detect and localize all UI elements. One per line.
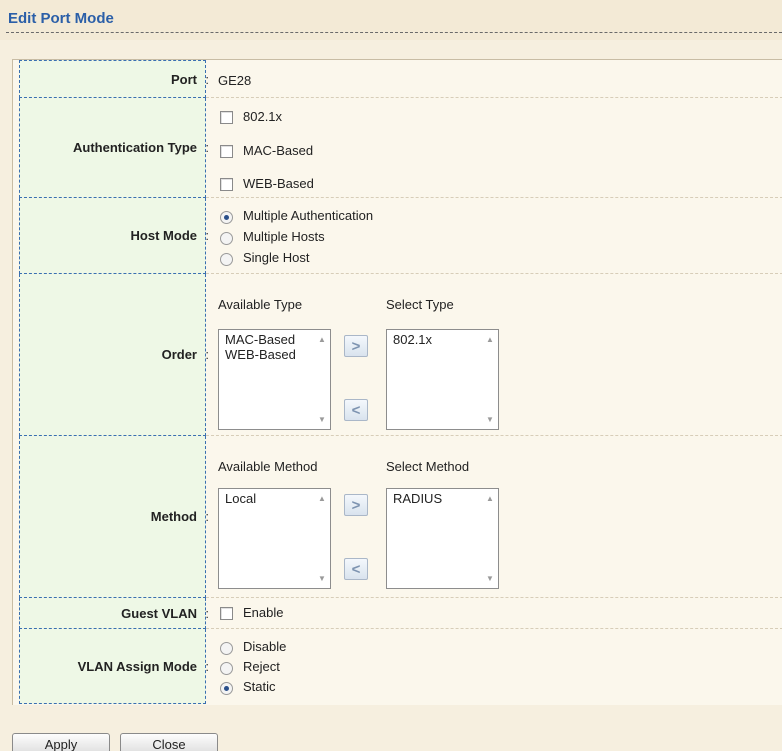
host-mode-multiple-auth-radio[interactable]	[220, 211, 233, 224]
host-mode-row: Host Mode: Multiple Authentication Multi…	[13, 198, 782, 274]
vlan-assign-disable-radio[interactable]	[220, 642, 233, 655]
auth-web-based-label: WEB-Based	[243, 176, 314, 191]
auth-8021x-label: 802.1x	[243, 109, 283, 124]
order-available-listbox[interactable]: MAC-Based WEB-Based ▲ ▼	[218, 329, 331, 430]
list-item[interactable]: RADIUS	[393, 491, 442, 506]
authentication-type-row: Authentication Type: 802.1x MAC-Based WE…	[13, 98, 782, 198]
chevron-right-icon: >	[351, 496, 361, 514]
auth-web-based-checkbox[interactable]	[220, 178, 233, 191]
method-row: Method: Available Method Select Method L…	[13, 436, 782, 598]
guest-vlan-enable-checkbox[interactable]	[220, 607, 233, 620]
order-available-title: Available Type	[218, 297, 303, 312]
vlan-assign-mode-row: VLAN Assign Mode: Disable Reject Static	[13, 629, 782, 704]
chevron-left-icon: <	[351, 401, 361, 419]
vlan-assign-disable-label: Disable	[243, 639, 287, 654]
title-bar: Edit Port Mode	[0, 0, 782, 40]
chevron-right-icon: >	[351, 337, 361, 355]
list-item[interactable]: WEB-Based	[225, 347, 296, 362]
vlan-assign-mode-label: VLAN Assign Mode:	[19, 629, 209, 704]
vlan-assign-static-radio[interactable]	[220, 682, 233, 695]
order-label: Order:	[19, 274, 209, 436]
order-select-scrollbar[interactable]: ▲ ▼	[483, 330, 498, 429]
method-available-listbox[interactable]: Local ▲ ▼	[218, 488, 331, 589]
authentication-type-label: Authentication Type:	[19, 98, 209, 198]
chevron-left-icon: <	[351, 560, 361, 578]
port-value: GE28	[218, 73, 252, 88]
host-mode-label: Host Mode:	[19, 198, 209, 274]
host-mode-multiple-auth-label: Multiple Authentication	[243, 208, 374, 223]
apply-button[interactable]: Apply	[12, 733, 110, 751]
vlan-assign-reject-label: Reject	[243, 659, 280, 674]
method-available-scrollbar[interactable]: ▲ ▼	[315, 489, 330, 588]
method-select-scrollbar[interactable]: ▲ ▼	[483, 489, 498, 588]
port-row: Port: GE28	[13, 60, 782, 98]
list-item[interactable]: MAC-Based	[225, 332, 295, 347]
host-mode-multiple-hosts-label: Multiple Hosts	[243, 229, 325, 244]
vlan-assign-static-label: Static	[243, 679, 276, 694]
scroll-up-icon[interactable]: ▲	[318, 494, 326, 503]
order-select-title: Select Type	[386, 297, 454, 312]
method-available-title: Available Method	[218, 459, 318, 474]
scroll-up-icon[interactable]: ▲	[486, 494, 494, 503]
edit-form-panel: Port: GE28 Authentication Type: 802.1x M…	[12, 59, 782, 705]
list-item[interactable]: Local	[225, 491, 256, 506]
auth-mac-based-label: MAC-Based	[243, 143, 314, 158]
order-row: Order: Available Type Select Type MAC-Ba…	[13, 274, 782, 436]
order-available-scrollbar[interactable]: ▲ ▼	[315, 330, 330, 429]
scroll-up-icon[interactable]: ▲	[318, 335, 326, 344]
guest-vlan-row: Guest VLAN: Enable	[13, 598, 782, 629]
host-mode-single-host-label: Single Host	[243, 250, 310, 265]
method-move-right-button[interactable]: >	[344, 494, 368, 516]
scroll-down-icon[interactable]: ▼	[318, 415, 326, 424]
scroll-down-icon[interactable]: ▼	[486, 574, 494, 583]
port-label: Port:	[19, 60, 209, 98]
auth-mac-based-checkbox[interactable]	[220, 145, 233, 158]
host-mode-multiple-hosts-radio[interactable]	[220, 232, 233, 245]
guest-vlan-label: Guest VLAN:	[19, 598, 209, 629]
order-select-listbox[interactable]: 802.1x ▲ ▼	[386, 329, 499, 430]
scroll-down-icon[interactable]: ▼	[486, 415, 494, 424]
title-divider	[6, 32, 782, 33]
scroll-up-icon[interactable]: ▲	[486, 335, 494, 344]
page-title: Edit Port Mode	[8, 10, 114, 27]
close-button[interactable]: Close	[120, 733, 218, 751]
guest-vlan-enable-label: Enable	[243, 605, 284, 620]
auth-8021x-checkbox[interactable]	[220, 111, 233, 124]
list-item[interactable]: 802.1x	[393, 332, 432, 347]
method-select-title: Select Method	[386, 459, 470, 474]
scroll-down-icon[interactable]: ▼	[318, 574, 326, 583]
method-select-listbox[interactable]: RADIUS ▲ ▼	[386, 488, 499, 589]
order-move-left-button[interactable]: <	[344, 399, 368, 421]
vlan-assign-reject-radio[interactable]	[220, 662, 233, 675]
method-move-left-button[interactable]: <	[344, 558, 368, 580]
method-label: Method:	[19, 436, 209, 598]
host-mode-single-host-radio[interactable]	[220, 253, 233, 266]
order-move-right-button[interactable]: >	[344, 335, 368, 357]
